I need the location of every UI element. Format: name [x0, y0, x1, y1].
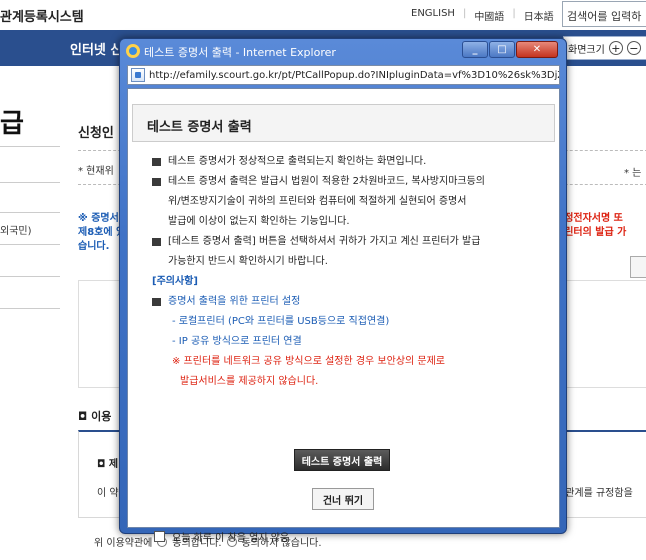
popup-heading-box: 테스트 증명서 출력 — [132, 104, 555, 142]
divider — [0, 146, 60, 147]
warning-line: 발급서비스를 제공하지 않습니다. — [180, 376, 319, 387]
list-item-continued: 가능한지 반드시 확인하시기 바랍니다. — [168, 256, 328, 267]
divider — [0, 244, 60, 245]
zoom-in-button[interactable]: + — [608, 41, 623, 55]
lang-japanese-link[interactable]: 日本語 — [524, 8, 554, 23]
divider — [0, 212, 60, 213]
ie-icon — [126, 44, 140, 58]
sub-item: - IP 공유 방식으로 프린터 연결 — [172, 336, 302, 347]
no-show-today-checkbox[interactable] — [154, 531, 165, 542]
sidebar-item-foreign[interactable]: 외국민) — [0, 222, 32, 237]
list-item: 증명서 출력을 위한 프린터 설정 — [152, 292, 552, 312]
window-controls: _ □ ✕ — [461, 41, 558, 58]
language-links: ENGLISH | 中國語 | 日本語 — [411, 8, 554, 23]
divider: | — [462, 8, 467, 19]
window-title: 테스트 증명서 출력 - Internet Explorer — [144, 46, 336, 59]
search-input[interactable]: 검색어를 입력하 — [562, 1, 646, 27]
maximize-button[interactable]: □ — [489, 41, 515, 58]
zoom-out-button[interactable]: − — [626, 41, 641, 55]
list-item-continued: 발급에 이상이 없는지 확인하는 기능입니다. — [168, 216, 350, 227]
list-item: [테스트 증명서 출력] 버튼을 선택하셔서 귀하가 가지고 계신 프린터가 발… — [152, 232, 552, 252]
agree-label: 위 이용약관에 — [94, 538, 153, 549]
warning-line: ※ 프린터를 네트워크 공유 방식으로 설정한 경우 보안상의 문제로 — [172, 356, 446, 367]
list-item-continued: 위/변조방지기술이 귀하의 프린터와 컴퓨터에 적절하게 실현되어 증명서 — [168, 196, 467, 207]
list-item: 테스트 증명서가 정상적으로 출력되는지 확인하는 화면입니다. — [152, 152, 552, 172]
nav-item-internet[interactable]: 인터넷 신 — [70, 39, 122, 58]
lang-chinese-link[interactable]: 中國語 — [474, 8, 504, 23]
no-show-today-row: 오늘 하루 이 창을 열지 않음 — [154, 529, 289, 544]
side-button[interactable] — [630, 256, 646, 278]
terms-heading: ◘ 이용 — [78, 410, 112, 423]
close-button[interactable]: ✕ — [516, 41, 558, 58]
minimize-button[interactable]: _ — [462, 41, 488, 58]
page-heading: 급 — [0, 109, 24, 139]
terms-text: 이 약 — [97, 488, 119, 499]
popup-heading: 테스트 증명서 출력 — [147, 120, 252, 135]
no-show-today-label[interactable]: 오늘 하루 이 창을 열지 않음 — [172, 529, 289, 544]
terms-subheading: ◘ 제 — [97, 459, 119, 470]
divider — [0, 308, 60, 309]
divider — [0, 182, 60, 183]
address-bar[interactable]: http://efamily.scourt.go.kr/pt/PtCallPop… — [127, 65, 560, 85]
divider — [0, 276, 60, 277]
list-item: 테스트 증명서 출력은 발급시 법원이 적용한 2차원바코드, 복사방지마크등의 — [152, 172, 552, 192]
skip-button[interactable]: 건너 뛰기 — [312, 488, 374, 510]
current-location: * 현재위 — [78, 166, 114, 177]
popup-content: 테스트 증명서 출력 테스트 증명서가 정상적으로 출력되는지 확인하는 화면입… — [127, 88, 560, 544]
zoom-label: 화면크기 — [568, 44, 605, 56]
sub-item: - 로컬프린터 (PC와 프린터를 USB등으로 직접연결) — [172, 316, 390, 327]
divider: | — [512, 8, 516, 19]
bullet-icon — [152, 238, 161, 246]
site-header: 관계등록시스템 ENGLISH | 中國語 | 日本語 검색어를 입력하 — [0, 0, 646, 30]
site-title: 관계등록시스템 — [0, 10, 84, 25]
lang-english-link[interactable]: ENGLISH — [411, 8, 455, 23]
bullet-icon — [152, 158, 161, 166]
url-text[interactable]: http://efamily.scourt.go.kr/pt/PtCallPop… — [149, 70, 559, 81]
window-titlebar[interactable]: 테스트 증명서 출력 - Internet Explorer _ □ ✕ — [120, 39, 566, 63]
test-print-button[interactable]: 테스트 증명서 출력 — [294, 449, 390, 471]
caution-heading: [주의사항] — [152, 276, 198, 287]
popup-window: 테스트 증명서 출력 - Internet Explorer _ □ ✕ htt… — [119, 38, 567, 544]
page-icon — [131, 68, 145, 82]
terms-text: 용관계를 규정함을 — [556, 488, 633, 499]
bullet-icon — [152, 298, 161, 306]
bullet-icon — [152, 178, 161, 186]
info-list: 테스트 증명서가 정상적으로 출력되는지 확인하는 화면입니다. 테스트 증명서… — [152, 152, 552, 392]
section-title: 신청인 — [78, 126, 114, 141]
required-note: * 는 — [624, 168, 642, 179]
zoom-control: 화면크기 + − — [563, 36, 646, 60]
